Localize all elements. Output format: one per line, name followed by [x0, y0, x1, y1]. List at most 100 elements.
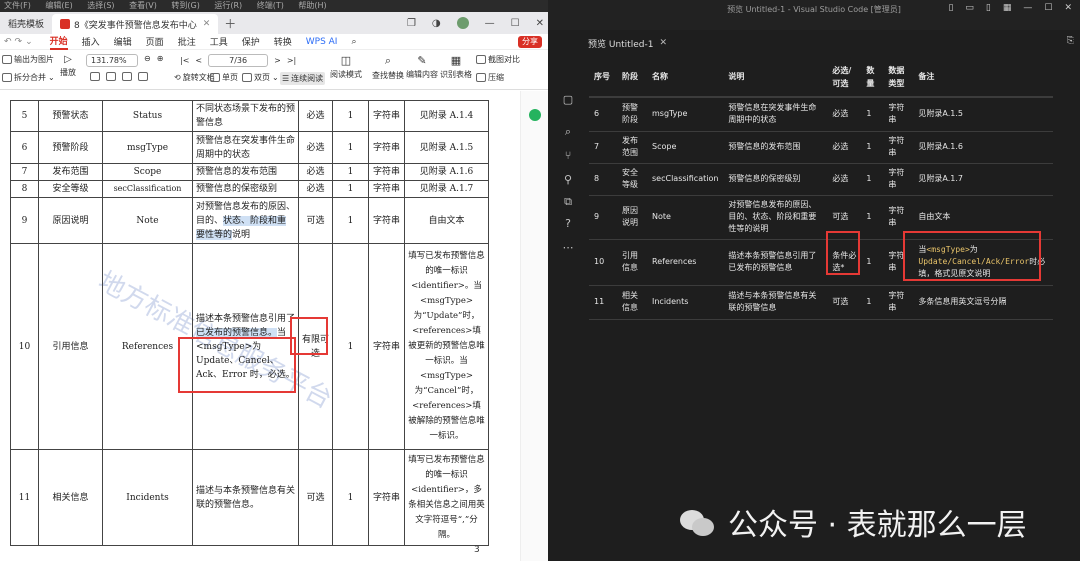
minimize-icon[interactable]: —	[485, 18, 495, 29]
export-image-button[interactable]: 输出为图片	[2, 54, 54, 65]
source-control-icon[interactable]: ⑂	[562, 150, 574, 162]
cell: 1	[332, 243, 369, 450]
ribbon-tab-comment[interactable]: 批注	[178, 35, 196, 48]
read-mode-button[interactable]: ◫ 阅读模式	[330, 54, 362, 80]
zoom-select[interactable]: 131.78%	[86, 54, 138, 67]
screenshot-compare-button[interactable]: 截图对比	[476, 54, 520, 65]
tab-label: 8《突发事件预警信息发布中心	[74, 20, 197, 31]
button-label: 拆分合并	[14, 73, 46, 82]
fit-page-icon[interactable]	[106, 72, 116, 81]
tab-document[interactable]: 8《突发事件预警信息发布中心 ✕	[52, 14, 219, 34]
play-icon: ▷	[64, 54, 72, 65]
close-icon[interactable]: ✕	[203, 19, 211, 29]
table-row: 6 预警阶段 msgType 预警信息在突发事件生命周期中的状态 必选 1 字符…	[589, 97, 1054, 132]
grid-view-icon[interactable]	[138, 72, 148, 81]
table-row: 5 预警状态 Status 不同状态场景下发布的预警信息 必选 1 字符串 见附…	[10, 100, 489, 132]
recognize-table-button[interactable]: ▦ 识别表格	[440, 54, 472, 80]
close-window-icon[interactable]: ✕	[536, 18, 544, 29]
prev-page-icon[interactable]: <	[195, 56, 202, 65]
page-input[interactable]: 7/36	[208, 54, 269, 67]
cell: 6	[589, 97, 617, 132]
ribbon-tab-convert[interactable]: 转换	[274, 35, 292, 48]
ribbon-tab-edit[interactable]: 编辑	[114, 35, 132, 48]
menu-item[interactable]: 转到(G)	[171, 1, 199, 10]
fit-width-icon[interactable]	[90, 72, 100, 81]
search-icon[interactable]: ⌕	[351, 37, 356, 47]
double-page-button[interactable]: 双页 ⌄	[242, 72, 279, 83]
editor-tab[interactable]: 预览 Untitled-1 ✕	[588, 34, 667, 52]
cell: 预警阶段	[617, 97, 647, 132]
customize-layout-icon[interactable]: ▦	[1003, 3, 1012, 13]
close-window-icon[interactable]: ✕	[1064, 3, 1072, 13]
edit-content-button[interactable]: ✎ 编辑内容	[406, 54, 438, 80]
sidebar-icon[interactable]: ▯	[986, 3, 991, 13]
menu-item[interactable]: 查看(V)	[129, 1, 157, 10]
share-button[interactable]: 分享	[518, 36, 542, 48]
standard-table: 5 预警状态 Status 不同状态场景下发布的预警信息 必选 1 字符串 见附…	[10, 100, 489, 546]
cell: 见附录 A.1.7	[404, 180, 489, 198]
menu-item[interactable]: 文件(F)	[4, 1, 31, 10]
panel-icon[interactable]: ▭	[965, 3, 974, 13]
cell: Incidents	[102, 449, 193, 546]
ribbon-tab-insert[interactable]: 插入	[82, 35, 100, 48]
ribbon-tab-home[interactable]: 开始	[49, 34, 68, 50]
split-merge-button[interactable]: 拆分合并 ⌄	[2, 72, 55, 83]
ribbon-tab-tools[interactable]: 工具	[210, 35, 228, 48]
play-button[interactable]: ▷ 播放	[60, 54, 76, 78]
menu-item[interactable]: 终端(T)	[257, 1, 284, 10]
view-icons	[90, 72, 148, 81]
cell: 见附录 A.1.5	[404, 131, 489, 164]
close-icon[interactable]: ✕	[659, 38, 667, 48]
more-icon[interactable]: ⋯	[562, 242, 574, 254]
menu-item[interactable]: 编辑(E)	[45, 1, 72, 10]
ribbon-tab-protect[interactable]: 保护	[242, 35, 260, 48]
maximize-icon[interactable]: ☐	[511, 18, 520, 29]
cell: 自由文本	[404, 197, 489, 244]
new-tab-icon[interactable]: ＋	[224, 15, 236, 32]
menu-item[interactable]: 选择(S)	[87, 1, 114, 10]
ribbon-tab-page[interactable]: 页面	[146, 35, 164, 48]
search-icon[interactable]: ⌕	[562, 126, 574, 138]
assistant-icon[interactable]	[529, 109, 541, 121]
help-icon[interactable]: ?	[562, 218, 574, 230]
layout-icon[interactable]: ▯	[948, 3, 953, 13]
cell: 预警信息的发布范围	[192, 163, 299, 181]
tab-templates[interactable]: 稻壳模板	[0, 13, 52, 33]
edit-icon: ✎	[417, 54, 427, 67]
cell: 7	[10, 163, 39, 181]
single-page-button[interactable]: 单页	[210, 72, 238, 83]
undo-redo-icon[interactable]: ↶↷⌄	[4, 37, 36, 47]
cell: 相关信息	[38, 449, 103, 546]
actual-size-icon[interactable]	[122, 72, 132, 81]
column-header: 必选/可选	[827, 57, 862, 98]
cell: 见附录 A.1.4	[404, 100, 489, 132]
cell: 原因说明	[617, 195, 647, 240]
cell: 字符串	[368, 163, 405, 181]
maximize-icon[interactable]: ☐	[1044, 3, 1052, 13]
zoom-in-icon[interactable]: ⊕	[157, 54, 164, 63]
compress-button[interactable]: 压缩	[476, 72, 504, 83]
cell: 描述与本条预警信息有关联的预警信息。	[192, 449, 299, 546]
first-page-icon[interactable]: |<	[180, 56, 189, 65]
theme-icon[interactable]: ◑	[432, 18, 441, 29]
column-header: 序号	[589, 57, 617, 98]
run-debug-icon[interactable]: ⚲	[562, 174, 574, 186]
wps-toolbar: 输出为图片 拆分合并 ⌄ ▷ 播放 131.78% ⊖ ⊕ |< <7/36 > >| ⟲ 旋…	[0, 50, 548, 90]
avatar[interactable]	[456, 17, 469, 29]
explorer-icon[interactable]: ▢	[562, 94, 574, 106]
rotate-button[interactable]: ⟲ 旋转文档	[174, 72, 215, 83]
continuous-read-button[interactable]: ☰ 连续阅读	[280, 72, 326, 85]
extensions-icon[interactable]: ⧉	[562, 196, 574, 208]
cell: Incidents	[647, 285, 724, 320]
menu-item[interactable]: 运行(R)	[214, 1, 242, 10]
cell: 对预警信息发布的原因、目的、状态、阶段和重要性等的说明	[192, 197, 299, 244]
find-replace-button[interactable]: ⌕ 查找替换	[372, 54, 404, 81]
next-page-icon[interactable]: >	[274, 56, 281, 65]
minimize-icon[interactable]: —	[1023, 3, 1032, 13]
last-page-icon[interactable]: >|	[287, 56, 296, 65]
layout-icon[interactable]: ❐	[407, 18, 416, 29]
ribbon-tab-wps-ai[interactable]: WPS AI	[306, 37, 338, 47]
zoom-out-icon[interactable]: ⊖	[144, 54, 151, 63]
split-editor-icon[interactable]: ⎘	[1067, 36, 1074, 46]
menu-item[interactable]: 帮助(H)	[298, 1, 326, 10]
